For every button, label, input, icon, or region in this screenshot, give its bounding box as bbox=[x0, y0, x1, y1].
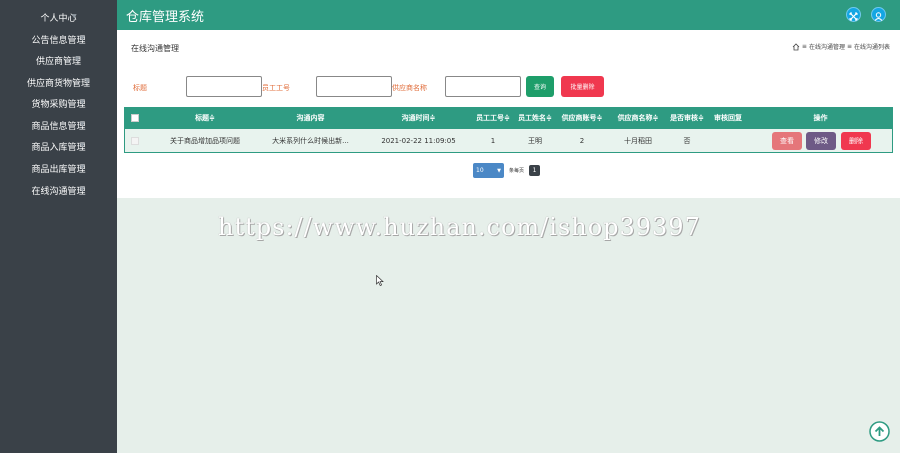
col-header-time[interactable]: 沟通时间 ≑ bbox=[365, 107, 472, 128]
cell-supplier-account: 2 bbox=[579, 136, 585, 145]
user-icon[interactable] bbox=[871, 7, 886, 22]
table-header: 标题 ≑ 沟通内容 沟通时间 ≑ 员工工号 ≑ 员工姓名 ≑ 供应商账号 ≑ 供应商名称 ≑… bbox=[124, 107, 893, 128]
supplier-name-filter-label: 供应商名称 bbox=[392, 84, 427, 92]
row-checkbox[interactable] bbox=[131, 137, 139, 145]
supplier-name-filter-input[interactable] bbox=[445, 76, 521, 97]
col-header-actions: 操作 bbox=[813, 113, 828, 122]
chevron-down-icon: ▼ bbox=[80, 121, 85, 128]
sidebar-item-label: 货物采购管理 bbox=[31, 99, 86, 110]
table-row: 关于商品增加品项问题 大米系列什么时候出新... 2021-02-22 11:0… bbox=[124, 128, 893, 153]
sidebar-item-online-communication[interactable]: 在线沟通管理 ▼ bbox=[0, 180, 117, 200]
chevron-down-icon: ▼ bbox=[80, 142, 85, 149]
sidebar-item-label: 公告信息管理 bbox=[31, 35, 86, 46]
back-to-top-icon[interactable] bbox=[869, 421, 890, 442]
expand-icon[interactable] bbox=[846, 7, 861, 22]
sidebar-item-label: 商品入库管理 bbox=[31, 142, 86, 153]
col-header-supplier-account[interactable]: 供应商账号 ≑ bbox=[556, 107, 608, 128]
delete-button[interactable]: 删除 bbox=[841, 132, 871, 150]
col-header-audited[interactable]: 是否审核 ≑ bbox=[668, 107, 706, 128]
top-header: 仓库管理系统 bbox=[117, 0, 900, 30]
sidebar: 个人中心 ▼ 公告信息管理 ▼ 供应商管理 ▼ 供应商货物管理 ▼ 货物采购管理… bbox=[0, 0, 117, 453]
col-header-reply: 审核回复 bbox=[714, 113, 742, 122]
chevron-down-icon: ▼ bbox=[75, 56, 80, 63]
sidebar-item-purchase[interactable]: 货物采购管理 ▼ bbox=[0, 93, 117, 113]
breadcrumb-item-online-communication[interactable]: 在线沟通管理 bbox=[809, 42, 845, 51]
cell-supplier-name: 十月稻田 bbox=[624, 136, 652, 145]
sidebar-item-label: 在线沟通管理 bbox=[31, 186, 86, 197]
chevron-down-icon: ▼ bbox=[497, 167, 501, 174]
sidebar-item-supplier-goods[interactable]: 供应商货物管理 ▼ bbox=[0, 72, 117, 92]
app-title: 仓库管理系统 bbox=[126, 10, 205, 25]
staff-no-filter-input[interactable] bbox=[316, 76, 392, 97]
sidebar-item-stock-out[interactable]: 商品出库管理 ▼ bbox=[0, 158, 117, 178]
page-size-value: 10 bbox=[476, 167, 484, 174]
col-header-content: 沟通内容 bbox=[296, 113, 325, 122]
chevron-down-icon: ▼ bbox=[80, 186, 85, 193]
breadcrumb: ≡ 在线沟通管理 ≡ 在线沟通列表 bbox=[792, 42, 890, 51]
sidebar-item-label: 商品信息管理 bbox=[31, 121, 86, 132]
cell-staff-no: 1 bbox=[490, 136, 496, 145]
mouse-cursor-icon bbox=[376, 275, 384, 286]
sidebar-item-label: 供应商货物管理 bbox=[26, 78, 90, 89]
sidebar-item-personal-center[interactable]: 个人中心 ▼ bbox=[0, 7, 117, 27]
chevron-down-icon: ▼ bbox=[80, 35, 85, 42]
sidebar-item-stock-in[interactable]: 商品入库管理 ▼ bbox=[0, 136, 117, 156]
title-filter-input[interactable] bbox=[186, 76, 262, 97]
chevron-down-icon: ▼ bbox=[85, 78, 90, 85]
breadcrumb-separator: ≡ bbox=[801, 43, 807, 50]
cell-time: 2021-02-22 11:09:05 bbox=[381, 136, 456, 145]
cell-title: 关于商品增加品项问题 bbox=[170, 136, 240, 145]
view-button[interactable]: 查看 bbox=[772, 132, 802, 150]
page-button-current[interactable]: 1 bbox=[529, 165, 540, 176]
page-title: 在线沟通管理 bbox=[131, 44, 179, 53]
chevron-down-icon: ▼ bbox=[72, 13, 77, 20]
breadcrumb-separator: ≡ bbox=[846, 43, 852, 50]
cell-staff-name: 王明 bbox=[528, 136, 542, 145]
sidebar-item-label: 商品出库管理 bbox=[31, 164, 86, 175]
sidebar-item-announcement[interactable]: 公告信息管理 ▼ bbox=[0, 29, 117, 49]
main-panel: 在线沟通管理 ≡ 在线沟通管理 ≡ 在线沟通列表 标题 员工工号 供应商名称 查… bbox=[117, 30, 900, 198]
title-filter-label: 标题 bbox=[133, 84, 147, 92]
col-header-supplier-name[interactable]: 供应商名称 ≑ bbox=[608, 107, 668, 128]
staff-no-filter-label: 员工工号 bbox=[262, 84, 290, 92]
watermark: https://www.huzhan.com/ishop39397 bbox=[218, 213, 701, 241]
page-size-select[interactable]: 10 ▼ bbox=[473, 163, 504, 178]
home-icon[interactable] bbox=[792, 42, 800, 51]
sidebar-item-supplier[interactable]: 供应商管理 ▼ bbox=[0, 50, 117, 70]
batch-delete-button[interactable]: 批量删除 bbox=[561, 76, 604, 97]
cell-reply bbox=[708, 129, 748, 152]
col-header-staff-no[interactable]: 员工工号 ≑ bbox=[472, 107, 514, 128]
cell-content: 大米系列什么时候出新... bbox=[272, 136, 349, 145]
select-all-checkbox[interactable] bbox=[131, 114, 139, 122]
sidebar-item-product-info[interactable]: 商品信息管理 ▼ bbox=[0, 115, 117, 135]
edit-button[interactable]: 修改 bbox=[806, 132, 836, 150]
per-page-label: 条每页 bbox=[509, 168, 525, 174]
search-button[interactable]: 查询 bbox=[526, 76, 554, 97]
col-header-staff-name[interactable]: 员工姓名 ≑ bbox=[514, 107, 556, 128]
chevron-down-icon: ▼ bbox=[80, 164, 85, 171]
col-header-title[interactable]: 标题 ≑ bbox=[154, 107, 256, 128]
cell-audited: 否 bbox=[683, 136, 691, 145]
chevron-down-icon: ▼ bbox=[80, 99, 85, 106]
breadcrumb-item-list: 在线沟通列表 bbox=[853, 44, 890, 51]
